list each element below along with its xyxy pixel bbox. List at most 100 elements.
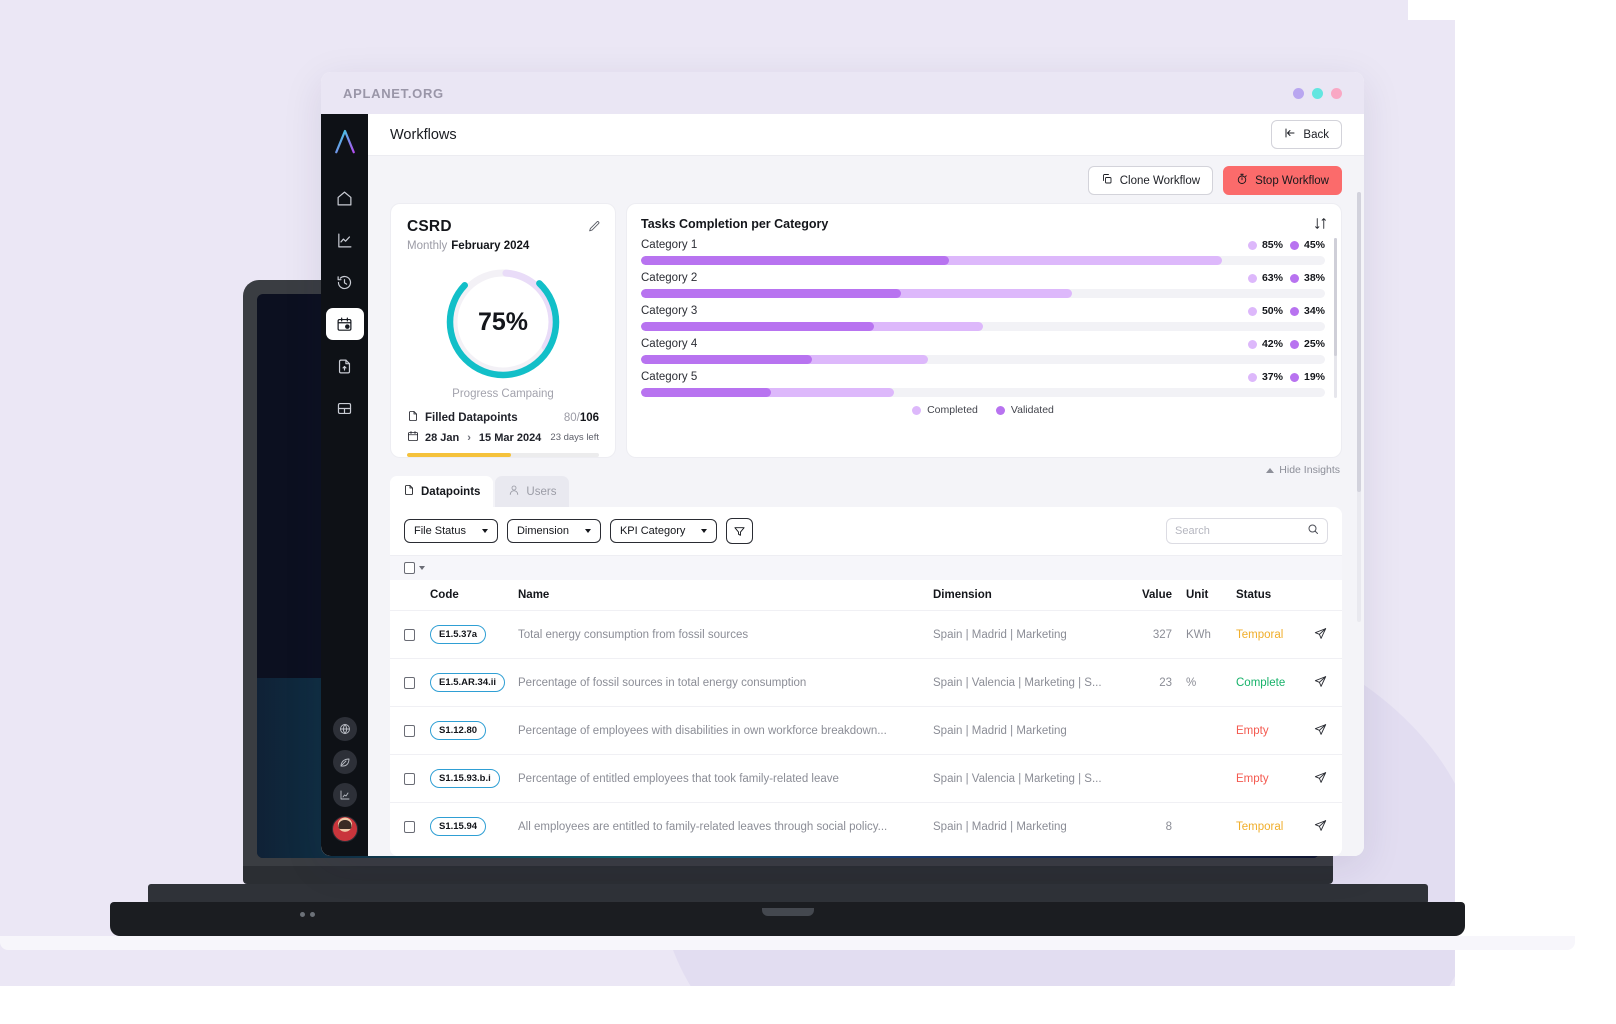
chart-category-label: Category 2: [641, 272, 698, 284]
datapoints-table-card: File Status Dimension KPI Category Searc…: [390, 507, 1342, 856]
leaf-icon[interactable]: [332, 750, 357, 774]
table-row[interactable]: E1.5.37a Total energy consumption from fo…: [390, 610, 1342, 659]
chart-bar-head: Category 3 50% 34%: [641, 305, 1325, 317]
row-checkbox[interactable]: [404, 628, 415, 641]
search-input[interactable]: [1175, 525, 1301, 537]
insight-cards: CSRD Monthly February 2024 75% Progress …: [368, 203, 1364, 458]
select-all-row[interactable]: [390, 555, 1342, 580]
chart-completed-value: 42%: [1247, 338, 1283, 350]
main-scrollbar[interactable]: [1357, 192, 1361, 622]
tasks-completion-chart-card: Tasks Completion per Category Category 1…: [626, 203, 1342, 458]
window-dot-1[interactable]: [1293, 87, 1304, 99]
datapoints-table: Code Name Dimension Value Unit Status E1…: [390, 580, 1342, 850]
sidebar-item-database[interactable]: [326, 392, 364, 424]
row-name: Percentage of employees with disabilitie…: [514, 706, 929, 755]
select-all-checkbox[interactable]: [404, 562, 415, 574]
row-send-cell[interactable]: [1310, 658, 1342, 707]
th-dimension: Dimension: [929, 580, 1114, 611]
table-row[interactable]: S1.15.93.b.i Percentage of entitled emplo…: [390, 754, 1342, 803]
filled-datapoints-label-wrap: Filled Datapoints: [407, 410, 518, 425]
sidebar-item-workflows[interactable]: [325, 308, 364, 340]
code-pill[interactable]: S1.15.93.b.i: [430, 769, 500, 788]
send-icon[interactable]: [1314, 723, 1327, 739]
filter-dimension-label: Dimension: [516, 525, 569, 537]
filter-dimension[interactable]: Dimension: [506, 519, 601, 543]
window-controls[interactable]: [1293, 87, 1342, 99]
legend-completed-label: Completed: [927, 404, 978, 416]
row-checkbox[interactable]: [404, 820, 415, 833]
sidebar-item-history[interactable]: [326, 266, 364, 298]
status-badge: Temporal: [1236, 820, 1284, 833]
validated-pct: 25%: [1303, 338, 1325, 350]
row-checkbox-cell[interactable]: [390, 610, 426, 659]
stop-workflow-button[interactable]: Stop Workflow: [1223, 166, 1342, 195]
th-status: Status: [1232, 580, 1310, 611]
back-button[interactable]: Back: [1271, 120, 1342, 149]
row-send-cell[interactable]: [1310, 610, 1342, 659]
hide-insights-button[interactable]: Hide Insights: [1266, 464, 1340, 476]
th-checkbox: [390, 580, 426, 611]
chart-validated-value: 34%: [1289, 305, 1325, 317]
tab-users[interactable]: Users: [495, 476, 570, 507]
send-icon[interactable]: [1314, 675, 1327, 691]
row-checkbox-cell[interactable]: [390, 706, 426, 755]
table-row[interactable]: S1.15.94 All employees are entitled to fa…: [390, 802, 1342, 850]
row-send-cell[interactable]: [1310, 754, 1342, 803]
row-checkbox[interactable]: [404, 724, 415, 737]
status-badge: Empty: [1236, 724, 1269, 737]
row-name: Percentage of fossil sources in total en…: [514, 658, 929, 707]
legend-completed: Completed: [912, 404, 978, 416]
chart-completed-value: 85%: [1247, 239, 1283, 251]
row-checkbox-cell[interactable]: [390, 754, 426, 803]
code-pill[interactable]: S1.15.94: [430, 817, 487, 836]
sidebar-item-upload[interactable]: [326, 350, 364, 382]
send-icon[interactable]: [1314, 819, 1327, 835]
row-checkbox-cell[interactable]: [390, 658, 426, 707]
datapoints-total: 106: [579, 411, 599, 424]
code-pill[interactable]: E1.5.AR.34.ii: [430, 673, 506, 692]
sidebar-item-home[interactable]: [326, 182, 364, 214]
row-checkbox[interactable]: [404, 772, 415, 785]
chevron-down-icon[interactable]: [419, 566, 425, 570]
stop-workflow-label: Stop Workflow: [1255, 174, 1329, 187]
report-chart-icon[interactable]: [332, 783, 357, 807]
table-row[interactable]: E1.5.AR.34.ii Percentage of fossil source…: [390, 658, 1342, 707]
row-status: Temporal: [1232, 610, 1310, 659]
tab-datapoints[interactable]: Datapoints: [390, 476, 494, 507]
row-value: 327: [1114, 610, 1176, 659]
code-pill[interactable]: E1.5.37a: [430, 625, 487, 644]
caret-up-icon: [1266, 467, 1275, 473]
edit-pencil-icon[interactable]: [588, 220, 601, 238]
timeline-bar: [407, 453, 599, 457]
filter-kpi-category[interactable]: KPI Category: [609, 519, 718, 543]
row-checkbox[interactable]: [404, 676, 415, 689]
clone-workflow-button[interactable]: Clone Workflow: [1087, 166, 1214, 195]
table-row[interactable]: S1.12.80 Percentage of employees with dis…: [390, 706, 1342, 755]
window-dot-2[interactable]: [1312, 87, 1323, 99]
row-checkbox-cell[interactable]: [390, 802, 426, 850]
chart-category-label: Category 4: [641, 338, 698, 350]
globe-icon[interactable]: [332, 717, 357, 741]
code-pill[interactable]: S1.12.80: [430, 721, 487, 740]
document-icon: [403, 484, 415, 499]
row-send-cell[interactable]: [1310, 706, 1342, 755]
date-start: 28 Jan: [425, 431, 460, 444]
chart-bar-head: Category 1 85% 45%: [641, 239, 1325, 251]
table-head: Code Name Dimension Value Unit Status: [390, 580, 1342, 611]
main-area: Workflows Back Clone Workflow Stop Workf…: [368, 114, 1364, 856]
row-code-cell: E1.5.AR.34.ii: [426, 658, 514, 707]
row-send-cell[interactable]: [1310, 802, 1342, 850]
sort-icon[interactable]: [1314, 217, 1327, 235]
send-icon[interactable]: [1314, 771, 1327, 787]
filter-file-status[interactable]: File Status: [404, 519, 498, 543]
send-icon[interactable]: [1314, 627, 1327, 643]
avatar[interactable]: [331, 816, 358, 842]
aplanet-logo-icon[interactable]: [330, 126, 360, 156]
sidebar-item-analytics[interactable]: [326, 224, 364, 256]
search-box[interactable]: [1166, 518, 1328, 544]
chart-scrollbar[interactable]: [1334, 238, 1337, 398]
window-dot-3[interactable]: [1331, 87, 1342, 99]
funnel-icon[interactable]: [726, 518, 754, 544]
row-value: [1114, 706, 1176, 755]
row-dimension: Spain | Valencia | Marketing | S...: [929, 754, 1114, 803]
